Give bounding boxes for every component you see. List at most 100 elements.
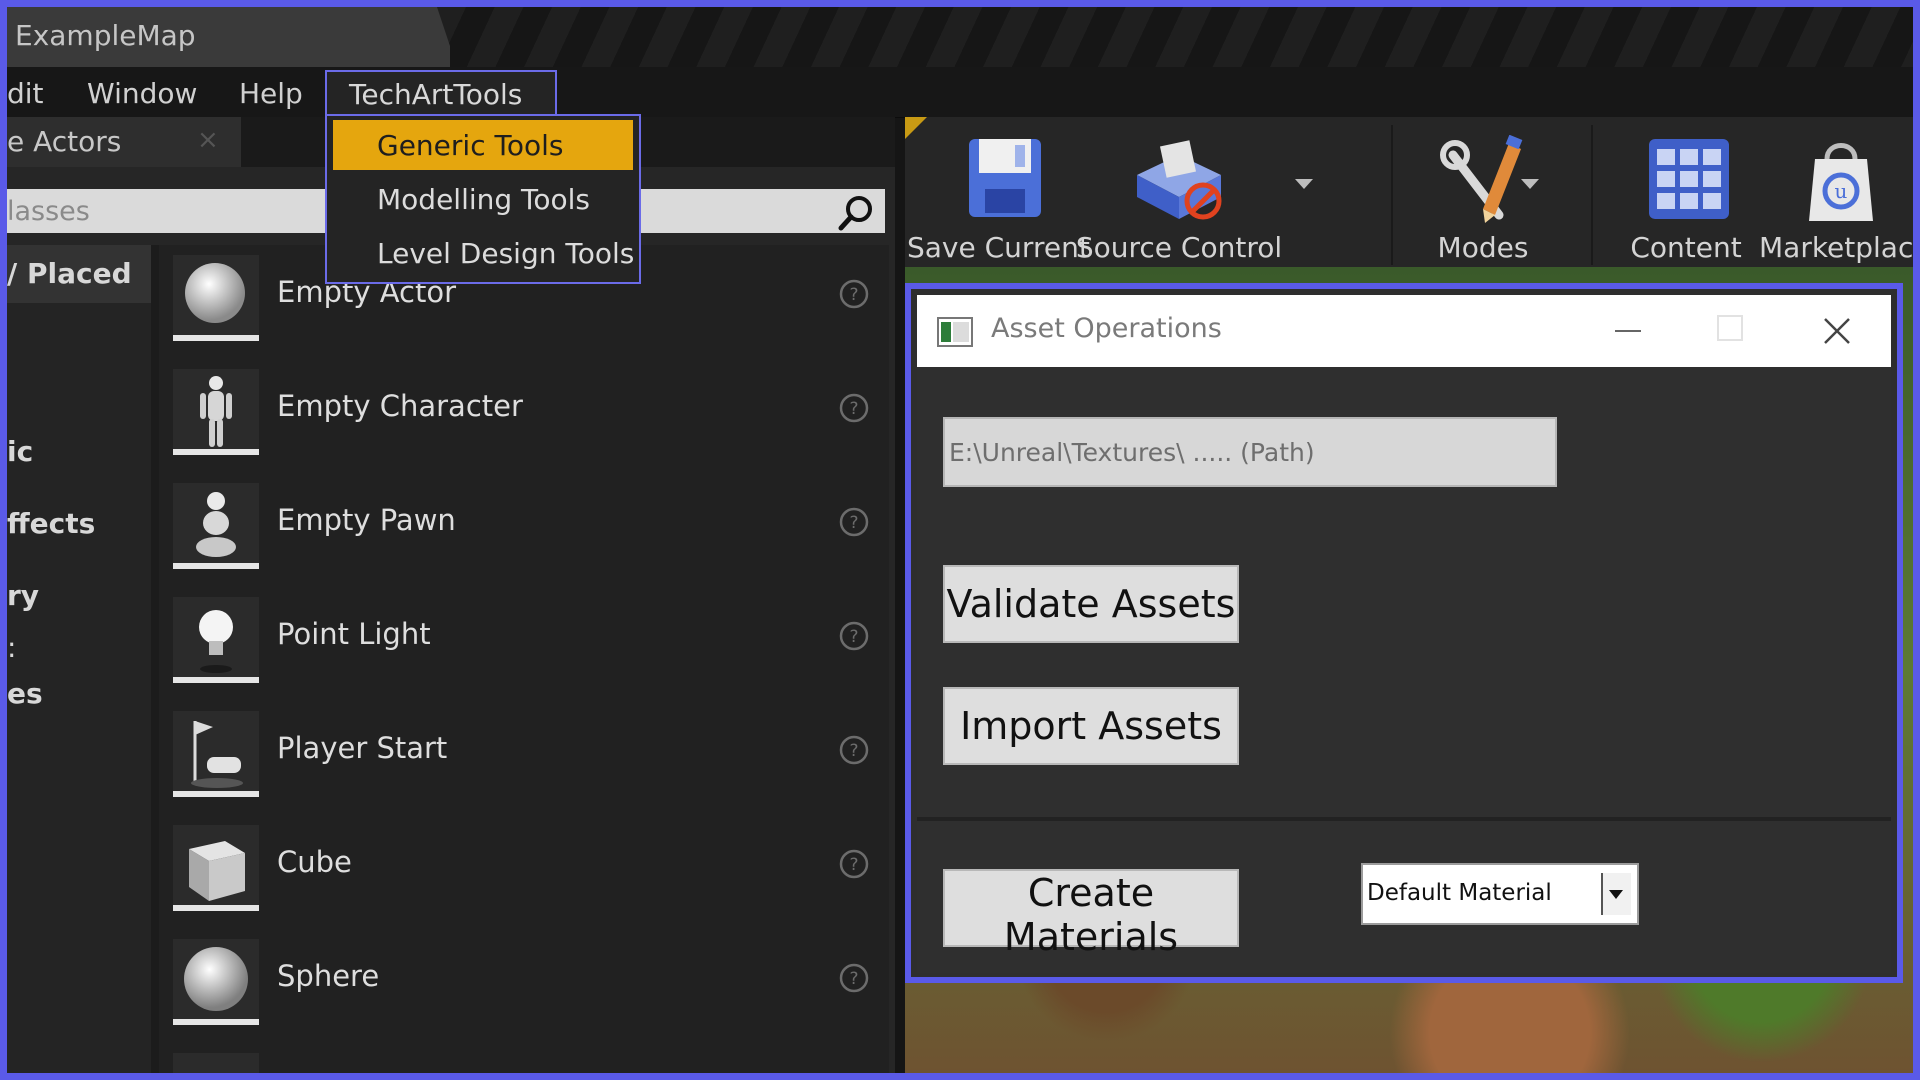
window-body: Validate Assets Import Assets Create Mat… bbox=[917, 367, 1891, 973]
source-control-icon bbox=[1137, 140, 1222, 220]
close-icon[interactable] bbox=[1819, 313, 1855, 349]
sphere-icon bbox=[173, 255, 259, 341]
modes-button[interactable]: Modes bbox=[1403, 125, 1563, 265]
list-item-sphere[interactable]: Sphere ? bbox=[159, 929, 879, 1029]
chevron-down-icon[interactable] bbox=[1521, 179, 1539, 189]
floppy-disk-icon bbox=[969, 139, 1041, 217]
menu-item-label: Modelling Tools bbox=[377, 183, 591, 216]
main-toolbar: Save Current Source Control Modes Conten… bbox=[905, 117, 1913, 267]
content-button[interactable]: Content bbox=[1605, 125, 1767, 265]
list-item-partial[interactable] bbox=[159, 1043, 879, 1073]
category-recently-placed[interactable]: / Placed bbox=[7, 257, 132, 290]
chevron-down-icon[interactable] bbox=[1601, 873, 1631, 915]
source-control-button[interactable]: Source Control bbox=[1075, 125, 1313, 265]
svg-text:?: ? bbox=[849, 285, 858, 305]
category-geometry[interactable]: ry bbox=[7, 579, 39, 612]
window-title-bar[interactable]: Asset Operations bbox=[917, 295, 1891, 367]
svg-text:?: ? bbox=[849, 627, 858, 647]
category-basic[interactable]: ic bbox=[7, 435, 33, 468]
close-icon[interactable]: × bbox=[197, 125, 219, 155]
list-item-player-start[interactable]: Player Start ? bbox=[159, 701, 879, 801]
help-icon[interactable]: ? bbox=[839, 507, 869, 537]
window-app-icon bbox=[937, 317, 973, 347]
source-control-label: Source Control bbox=[1075, 231, 1283, 264]
svg-text:?: ? bbox=[849, 855, 858, 875]
help-icon[interactable]: ? bbox=[839, 849, 869, 879]
actor-name: Player Start bbox=[277, 731, 448, 765]
menu-help[interactable]: Help bbox=[239, 77, 303, 110]
place-actors-tab[interactable]: e Actors × bbox=[7, 117, 241, 167]
category-item[interactable]: : bbox=[7, 631, 16, 664]
create-materials-button[interactable]: Create Materials bbox=[943, 869, 1239, 959]
svg-text:u: u bbox=[1835, 179, 1848, 203]
path-input[interactable] bbox=[943, 417, 1557, 487]
actor-name: Empty Character bbox=[277, 389, 523, 423]
menu-window[interactable]: Window bbox=[87, 77, 197, 110]
maximize-icon bbox=[1717, 315, 1743, 341]
minimize-icon[interactable] bbox=[1603, 311, 1653, 351]
list-item-point-light[interactable]: Point Light ? bbox=[159, 587, 879, 687]
svg-text:?: ? bbox=[849, 741, 858, 761]
content-label: Content bbox=[1630, 231, 1742, 264]
actor-name: Point Light bbox=[277, 617, 431, 651]
material-select-value: Default Material bbox=[1367, 880, 1552, 906]
search-icon[interactable] bbox=[837, 193, 877, 233]
menu-edit[interactable]: dit bbox=[7, 77, 44, 110]
toolbar-separator bbox=[1591, 125, 1593, 265]
editor-frame: ExampleMap dit Window Help e Actors × / … bbox=[7, 7, 1913, 1073]
marketplace-button[interactable]: u Marketplace bbox=[1759, 125, 1913, 265]
marketplace-bag-icon: u bbox=[1809, 143, 1873, 221]
list-item-empty-pawn[interactable]: Empty Pawn ? bbox=[159, 473, 879, 573]
menu-item-modelling-tools[interactable]: Modelling Tools bbox=[333, 174, 633, 224]
menu-bar: dit Window Help bbox=[7, 67, 1913, 118]
help-icon[interactable]: ? bbox=[839, 735, 869, 765]
player-start-icon bbox=[173, 711, 259, 797]
list-item-empty-character[interactable]: Empty Character ? bbox=[159, 359, 879, 459]
panel-divider bbox=[151, 245, 159, 1073]
techarttools-dropdown: Generic Tools Modelling Tools Level Desi… bbox=[325, 114, 641, 284]
modes-label: Modes bbox=[1437, 231, 1529, 264]
svg-text:?: ? bbox=[849, 513, 858, 533]
save-current-button[interactable]: Save Current bbox=[907, 125, 1090, 265]
save-current-label: Save Current bbox=[907, 231, 1090, 264]
actor-list: Empty Actor ? Empty Character ? Empty Pa… bbox=[159, 245, 889, 1073]
character-icon bbox=[173, 369, 259, 455]
help-icon[interactable]: ? bbox=[839, 279, 869, 309]
actor-name: Sphere bbox=[277, 959, 380, 993]
actor-name: Cube bbox=[277, 845, 352, 879]
category-list: / Placed ic ffects ry : es bbox=[7, 245, 151, 1073]
menu-item-label: Generic Tools bbox=[377, 129, 564, 162]
svg-text:?: ? bbox=[849, 399, 858, 419]
menu-item-label: Level Design Tools bbox=[377, 237, 635, 270]
list-item-cube[interactable]: Cube ? bbox=[159, 815, 879, 915]
sphere-icon bbox=[173, 939, 259, 1025]
menu-techarttools-label: TechArtTools bbox=[349, 78, 523, 111]
menu-techarttools[interactable]: TechArtTools bbox=[325, 70, 557, 116]
pawn-icon bbox=[173, 483, 259, 569]
asset-operations-window: Asset Operations Validate Assets Import … bbox=[905, 283, 1903, 983]
menu-item-generic-tools[interactable]: Generic Tools bbox=[333, 120, 633, 170]
grid-icon bbox=[1649, 139, 1729, 219]
import-assets-button[interactable]: Import Assets bbox=[943, 687, 1239, 765]
thumbnail bbox=[173, 1053, 259, 1073]
title-bar: ExampleMap bbox=[7, 7, 1913, 67]
marketplace-label: Marketplace bbox=[1759, 231, 1913, 264]
section-divider bbox=[917, 817, 1891, 821]
chevron-down-icon[interactable] bbox=[1295, 179, 1313, 189]
help-icon[interactable]: ? bbox=[839, 393, 869, 423]
cube-icon bbox=[173, 825, 259, 911]
svg-text:?: ? bbox=[849, 969, 858, 989]
place-actors-tab-label: e Actors bbox=[7, 125, 122, 158]
category-all-classes[interactable]: es bbox=[7, 677, 43, 710]
help-icon[interactable]: ? bbox=[839, 963, 869, 993]
validate-assets-button[interactable]: Validate Assets bbox=[943, 565, 1239, 643]
menu-item-level-design-tools[interactable]: Level Design Tools bbox=[333, 228, 635, 278]
material-select[interactable]: Default Material bbox=[1361, 863, 1639, 925]
actor-name: Empty Pawn bbox=[277, 503, 456, 537]
light-bulb-icon bbox=[173, 597, 259, 683]
help-icon[interactable]: ? bbox=[839, 621, 869, 651]
toolbar-separator bbox=[1391, 125, 1393, 265]
window-title: Asset Operations bbox=[991, 313, 1222, 344]
category-visual-effects[interactable]: ffects bbox=[7, 507, 95, 540]
level-title: ExampleMap bbox=[15, 19, 196, 52]
